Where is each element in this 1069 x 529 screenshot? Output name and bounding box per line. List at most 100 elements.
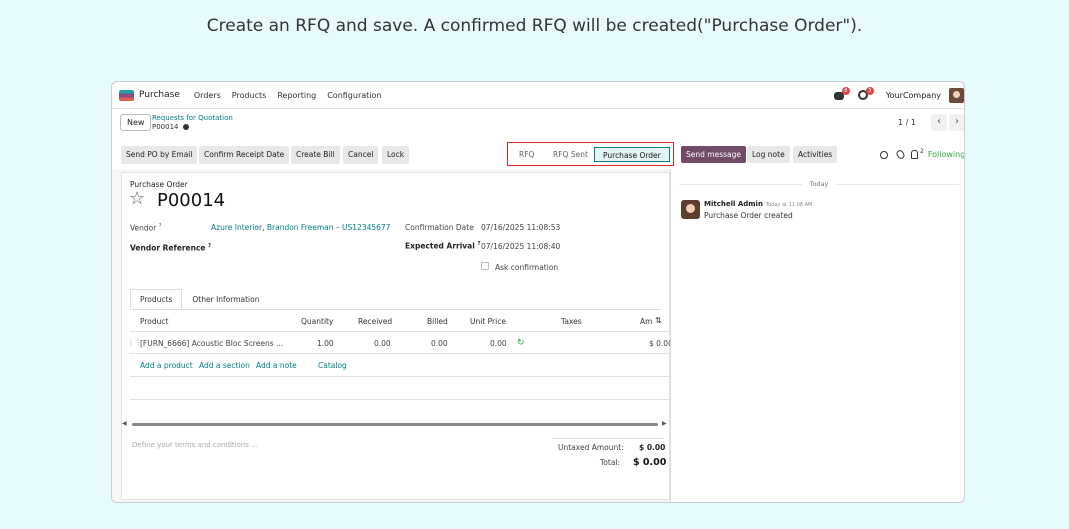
breadcrumb-current-label: P00014 [152, 123, 179, 131]
horizontal-scrollbar[interactable]: ◀ ▶ [122, 420, 668, 427]
followers-count: 2 [920, 148, 924, 155]
date-separator: Today [671, 180, 964, 188]
header-taxes[interactable]: Taxes [561, 317, 582, 326]
pager-prev-button[interactable]: ‹ [931, 114, 947, 131]
breadcrumb-parent[interactable]: Requests for Quotation [152, 114, 233, 122]
row-received[interactable]: 0.00 [374, 339, 391, 348]
totals-divider [552, 438, 664, 439]
scroll-right-icon[interactable]: ▶ [662, 420, 667, 427]
message-avatar[interactable] [681, 200, 700, 219]
pager-value[interactable]: 1 / 1 [898, 118, 916, 127]
status-bar-highlight: RFQ RFQ Sent Purchase Order [507, 142, 674, 166]
activities-badge: 3 [865, 87, 874, 95]
chatter-panel: Today Mitchell Admin Today at 11:08 AM Pu… [670, 169, 964, 502]
instruction-caption: Create an RFQ and save. A confirmed RFQ … [206, 16, 863, 36]
table-empty-divider [130, 399, 670, 400]
help-icon[interactable]: ? [477, 241, 480, 247]
message-time: Today at 11:08 AM [765, 202, 813, 208]
purchase-app-icon[interactable] [119, 89, 134, 101]
vendor-field[interactable]: Azure Interior, Brandon Freeman – US1234… [211, 223, 390, 232]
terms-input[interactable]: Define your terms and conditions ... [132, 441, 258, 449]
vendor-label: Vendor ? [130, 223, 161, 233]
stage-purchase-order[interactable]: Purchase Order [594, 147, 670, 162]
date-separator-label: Today [801, 180, 837, 188]
new-button[interactable]: New [120, 114, 152, 131]
stage-rfq-sent[interactable]: RFQ Sent [553, 147, 588, 162]
page-title: P00014 [157, 190, 226, 211]
notebook-tabs: Products Other Information [130, 289, 269, 310]
scrollbar-thumb[interactable] [132, 423, 658, 426]
activities-button[interactable]: 3 [857, 87, 874, 100]
message-author: Mitchell Admin Today at 11:08 AM [704, 200, 812, 208]
add-note-link[interactable]: Add a note [256, 361, 297, 370]
menu-configuration[interactable]: Configuration [327, 91, 381, 100]
cancel-button[interactable]: Cancel [343, 146, 379, 164]
company-switcher[interactable]: YourCompany [886, 91, 941, 100]
tabs-divider [130, 309, 661, 310]
lock-button[interactable]: Lock [382, 146, 410, 164]
control-panel: New Requests for Quotation P00014 1 / 1 … [112, 109, 964, 139]
messages-button[interactable]: 8 [833, 87, 850, 100]
expected-arrival-label: Expected Arrival ? [405, 241, 480, 251]
message-body: Purchase Order created [704, 211, 793, 220]
app-name[interactable]: Purchase [139, 90, 180, 100]
vendor-reference-text: Vendor Reference [130, 243, 206, 253]
header-received[interactable]: Received [358, 317, 392, 326]
expected-arrival-field[interactable]: 07/16/2025 11:08:40 [481, 242, 560, 251]
ask-confirmation-checkbox[interactable] [481, 262, 489, 270]
add-product-link[interactable]: Add a product [140, 361, 193, 370]
scroll-left-icon[interactable]: ◀ [122, 420, 127, 427]
following-button[interactable]: Following [928, 150, 964, 159]
star-icon[interactable]: ☆ [129, 189, 145, 209]
message-author-name[interactable]: Mitchell Admin [704, 200, 763, 208]
create-bill-button[interactable]: Create Bill [291, 146, 340, 164]
user-avatar[interactable] [949, 87, 964, 103]
untaxed-amount-label: Untaxed Amount: [558, 443, 624, 452]
row-unit-price[interactable]: 0.00 [490, 339, 507, 348]
refresh-icon[interactable]: ↻ [517, 338, 525, 348]
untaxed-amount-value: $ 0.00 [639, 443, 666, 452]
send-po-email-button[interactable]: Send PO by Email [121, 146, 198, 164]
tab-products[interactable]: Products [130, 289, 183, 310]
row-billed[interactable]: 0.00 [431, 339, 448, 348]
messages-badge: 8 [841, 87, 850, 95]
expected-arrival-text: Expected Arrival [405, 241, 475, 251]
ask-confirmation-label: Ask confirmation [495, 263, 559, 272]
row-product[interactable]: [FURN_6666] Acoustic Bloc Screens ... [140, 339, 283, 348]
table-empty-divider [130, 376, 670, 377]
stage-rfq[interactable]: RFQ [519, 147, 534, 162]
total-value: $ 0.00 [633, 457, 667, 468]
column-settings-icon[interactable]: ⇅ [655, 316, 662, 325]
confirm-receipt-date-button[interactable]: Confirm Receipt Date [199, 146, 290, 164]
breadcrumb-current: P00014 [152, 123, 189, 131]
top-navbar: Purchase Orders Products Reporting Confi… [112, 82, 964, 109]
menu-orders[interactable]: Orders [194, 91, 221, 100]
help-icon[interactable]: ? [159, 223, 162, 229]
add-section-link[interactable]: Add a section [199, 361, 250, 370]
drag-handle-icon[interactable]: ⋮⋮ [127, 338, 142, 347]
catalog-link[interactable]: Catalog [318, 361, 347, 370]
header-quantity[interactable]: Quantity [301, 317, 333, 326]
table-header-divider [130, 331, 670, 332]
log-note-button[interactable]: Log note [747, 146, 790, 163]
header-product[interactable]: Product [140, 317, 168, 326]
header-unit-price[interactable]: Unit Price [470, 317, 506, 326]
tab-other-information[interactable]: Other Information [182, 289, 269, 310]
help-icon[interactable]: ? [208, 243, 211, 249]
table-row-divider [130, 353, 670, 354]
search-icon[interactable] [880, 150, 888, 159]
send-message-button[interactable]: Send message [681, 146, 746, 163]
confirmation-date-field[interactable]: 07/16/2025 11:08:53 [481, 223, 560, 232]
paperclip-icon[interactable] [895, 148, 906, 161]
menu-products[interactable]: Products [232, 91, 267, 100]
app-window: Purchase Orders Products Reporting Confi… [111, 81, 965, 503]
menu-reporting[interactable]: Reporting [277, 91, 316, 100]
pager-next-button[interactable]: › [949, 114, 964, 131]
gear-icon[interactable] [182, 124, 189, 130]
header-billed[interactable]: Billed [427, 317, 448, 326]
row-quantity[interactable]: 1.00 [317, 339, 334, 348]
activities-chatter-button[interactable]: Activities [793, 146, 838, 163]
chatter-topbar-icons: 2 Following [880, 148, 964, 161]
header-amount[interactable]: Am [640, 317, 652, 326]
followers-icon[interactable] [911, 150, 918, 159]
